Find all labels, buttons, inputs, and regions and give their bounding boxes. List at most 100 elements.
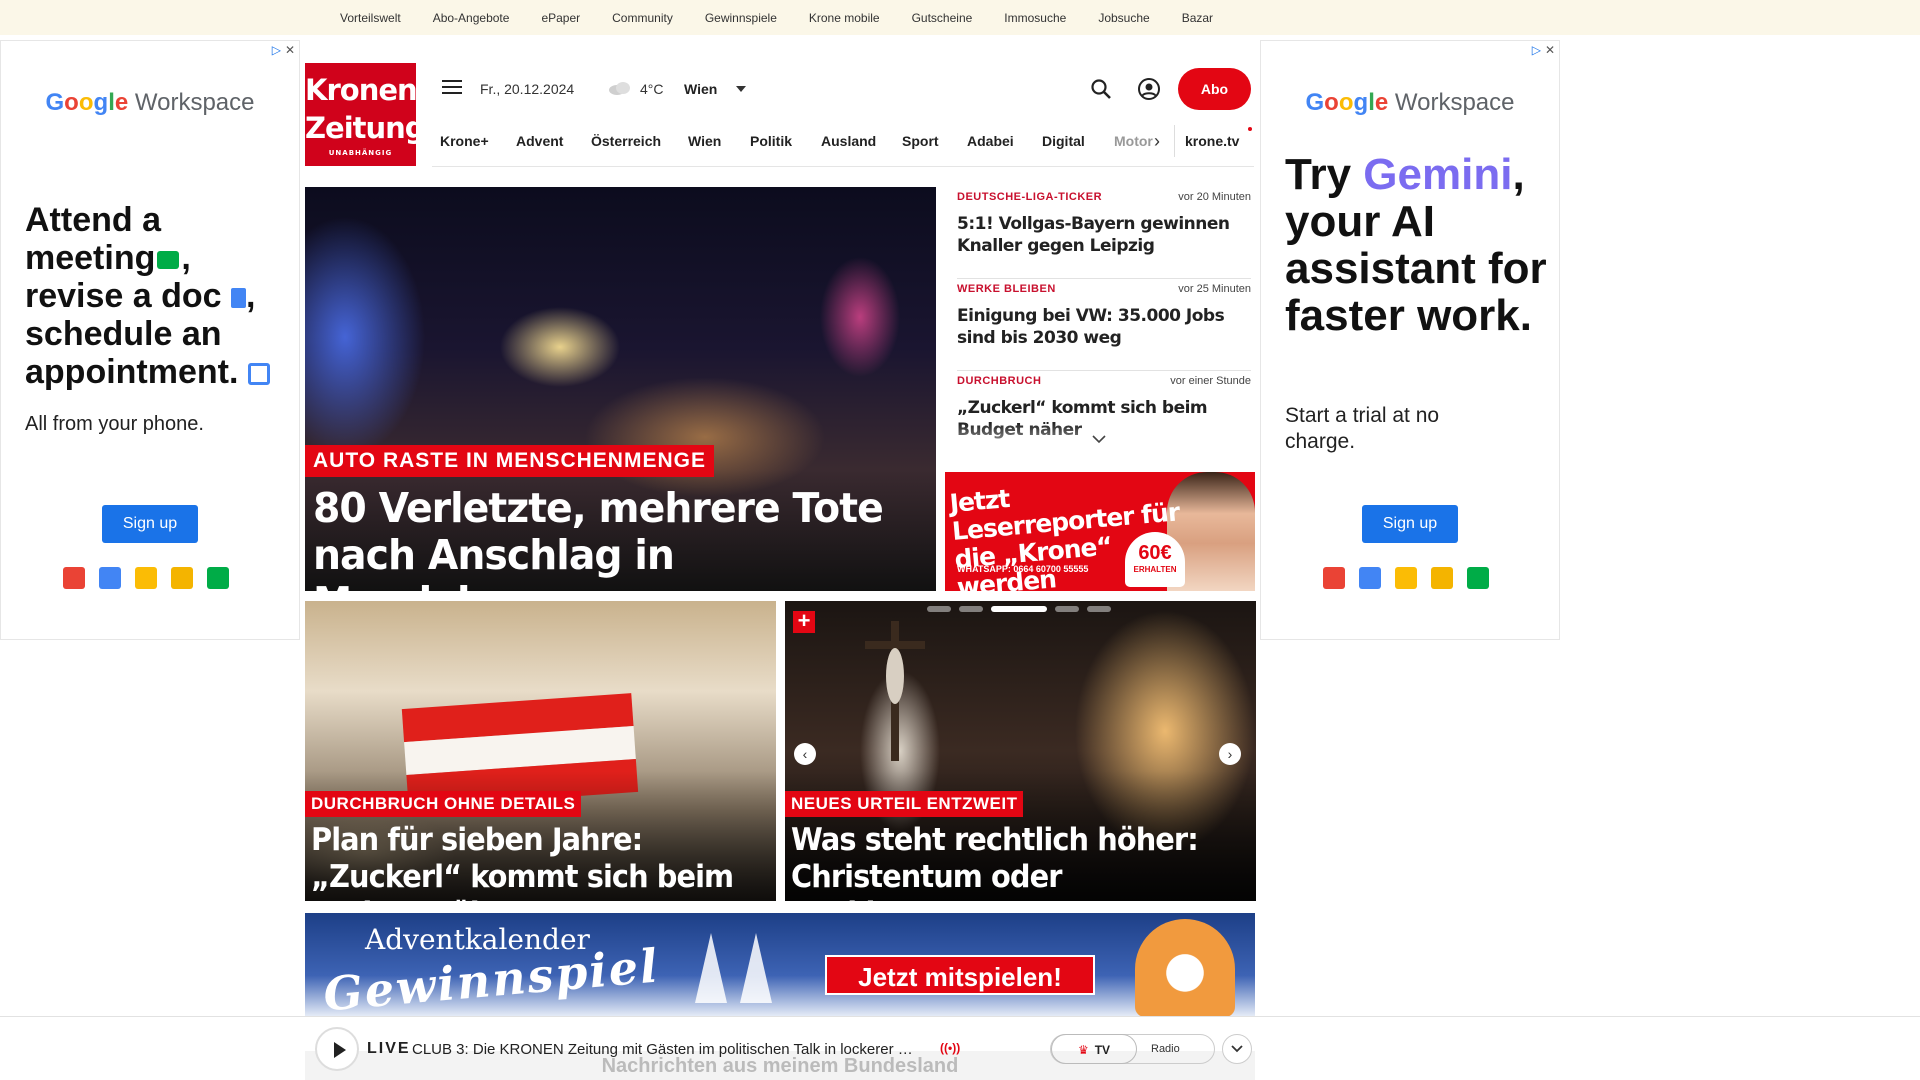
ticker-item[interactable]: DEUTSCHE-LIGA-TICKER vor 20 Minuten 5:1!… (957, 187, 1251, 279)
tv-radio-toggle[interactable]: ♛ TV Radio (1050, 1034, 1215, 1064)
google-workspace-logo: Google Workspace (45, 89, 255, 116)
tree-icon (695, 933, 727, 1003)
temperature: 4°C (640, 81, 664, 97)
service-link-gutscheine[interactable]: Gutscheine (912, 11, 973, 25)
meet-icon (157, 251, 180, 270)
hero-kicker: AUTO RASTE IN MENSCHENMENGE (305, 445, 714, 477)
advent-banner[interactable]: Adventkalender Gewinnspiel Jetzt mitspie… (305, 913, 1255, 1017)
fox-mascot (1135, 919, 1235, 1017)
gmail-icon (63, 567, 85, 589)
leserreporter-ad[interactable]: Jetzt Leserreporter für die „Krone“ werd… (945, 472, 1255, 591)
whatsapp-number: WHATSAPP: 0664 60700 55555 (957, 564, 1089, 574)
ticker-item[interactable]: WERKE BLEIBEN vor 25 Minuten Einigung be… (957, 279, 1251, 371)
carousel-next-icon[interactable]: › (1219, 743, 1241, 765)
close-icon[interactable]: ✕ (285, 43, 295, 57)
right-ad-banner[interactable]: ▷ ✕ Google Workspace Try Gemini, your AI … (1260, 40, 1560, 640)
nav-item-ausland[interactable]: Ausland (821, 133, 876, 149)
krone-logo[interactable]: Kronen Zeitung UNABHÄNGIG (305, 63, 426, 166)
drive-icon (1395, 567, 1417, 589)
service-link-vorteilswelt[interactable]: Vorteilswelt (340, 11, 401, 25)
ad-subline: Start a trial at no charge. (1285, 404, 1440, 453)
chevron-down-icon[interactable] (736, 86, 746, 92)
chevron-down-icon (1231, 1045, 1243, 1053)
user-account-icon[interactable] (1137, 77, 1161, 101)
nav-item-krone-tv[interactable]: krone.tv (1185, 133, 1239, 149)
tree-icon (740, 933, 772, 1003)
krone-plus-badge: + (793, 610, 815, 633)
left-ad-banner[interactable]: ▷ ✕ Google Workspace Attend a meeting, re… (0, 40, 300, 640)
close-icon[interactable]: ✕ (1545, 43, 1555, 57)
ad-choices-icon[interactable]: ▷ ✕ (272, 43, 295, 57)
teaser-kicker: NEUES URTEIL ENTZWEIT (785, 791, 1024, 817)
service-link-jobsuche[interactable]: Jobsuche (1098, 11, 1149, 25)
meet-icon (207, 567, 229, 589)
keep-icon (171, 567, 193, 589)
service-bar: Vorteilswelt Abo-Angebote ePaper Communi… (0, 0, 1920, 35)
nav-item-politik[interactable]: Politik (750, 133, 792, 149)
calendar-icon (99, 567, 121, 589)
teaser-headline[interactable]: Was steht rechtlich höher: Christentum o… (791, 822, 1223, 901)
ad-choices-icon[interactable]: ▷ ✕ (1532, 43, 1555, 57)
city-selector[interactable]: Wien (684, 81, 717, 97)
broadcast-icon: ((•)) (940, 1041, 961, 1055)
crucifix-image (865, 621, 925, 761)
play-now-button[interactable]: Jetzt mitspielen! (825, 955, 1095, 995)
hero-headline[interactable]: 80 Verletzte, mehrere Tote nach Anschlag… (313, 485, 908, 592)
google-workspace-logo: Google Workspace (1305, 89, 1515, 116)
gmail-icon (1323, 567, 1345, 589)
nav-item-krone-plus[interactable]: Krone+ (440, 133, 489, 149)
ad-headline: Attend a meeting, revise a doc , schedul… (25, 201, 285, 391)
drive-icon (135, 567, 157, 589)
teaser-headline[interactable]: Plan für sieben Jahre: „Zuckerl“ kommt s… (311, 822, 743, 901)
play-icon[interactable] (315, 1027, 359, 1071)
current-date: Fr., 20.12.2024 (480, 81, 575, 97)
chevron-down-icon[interactable] (1092, 432, 1106, 446)
expand-player-button[interactable] (1222, 1034, 1252, 1064)
abo-button[interactable]: Abo (1178, 68, 1251, 110)
live-indicator (1248, 127, 1252, 131)
service-link-krone-mobile[interactable]: Krone mobile (809, 11, 880, 25)
app-icons (63, 567, 229, 589)
service-link-community[interactable]: Community (612, 11, 673, 25)
carousel-prev-icon[interactable]: ‹ (794, 743, 816, 765)
carousel-dots[interactable] (927, 606, 1111, 612)
keep-icon (1431, 567, 1453, 589)
signup-button[interactable]: Sign up (102, 505, 198, 543)
docs-icon (231, 288, 247, 309)
nav-item-digital[interactable]: Digital (1042, 133, 1085, 149)
nav-divider (1174, 125, 1175, 157)
live-stream-title[interactable]: CLUB 3: Die KRONEN Zeitung mit Gästen im… (412, 1041, 932, 1058)
hero-article[interactable]: AUTO RASTE IN MENSCHENMENGE 80 Verletzte… (305, 187, 936, 591)
news-ticker: DEUTSCHE-LIGA-TICKER vor 20 Minuten 5:1!… (945, 187, 1255, 447)
service-link-gewinnspiele[interactable]: Gewinnspiele (705, 11, 777, 25)
tv-option[interactable]: ♛ TV (1051, 1034, 1137, 1064)
nav-item-wien[interactable]: Wien (688, 133, 721, 149)
cloud-icon (609, 82, 630, 95)
reward-badge: 60€ ERHALTEN (1125, 532, 1185, 587)
teaser-budget[interactable]: DURCHBRUCH OHNE DETAILS Plan für sieben … (305, 601, 776, 901)
radio-option[interactable]: Radio (1151, 1035, 1180, 1063)
service-link-bazar[interactable]: Bazar (1182, 11, 1213, 25)
main-navigation: Krone+ Advent Österreich Wien Politik Au… (432, 117, 1254, 167)
live-player-bar: Nachrichten aus meinem Bundesland LIVE C… (0, 1016, 1920, 1080)
nav-item-motor[interactable]: Motor (1114, 133, 1153, 149)
menu-icon[interactable] (442, 80, 462, 96)
calendar-icon (1359, 567, 1381, 589)
nav-item-adabei[interactable]: Adabei (967, 133, 1014, 149)
live-label: LIVE (367, 1040, 411, 1057)
nav-item-oesterreich[interactable]: Österreich (591, 133, 661, 149)
ad-subline: All from your phone. (25, 413, 204, 435)
ad-headline: Try Gemini, your AI assistant for faster… (1285, 150, 1547, 340)
nav-item-sport[interactable]: Sport (902, 133, 939, 149)
nav-item-advent[interactable]: Advent (516, 133, 563, 149)
signup-button[interactable]: Sign up (1362, 505, 1458, 543)
chevron-right-icon[interactable]: › (1154, 131, 1160, 152)
search-icon[interactable] (1090, 78, 1112, 100)
calendar-icon (247, 363, 270, 386)
service-link-abo-angebote[interactable]: Abo-Angebote (433, 11, 510, 25)
teaser-carousel[interactable]: + ‹ › NEUES URTEIL ENTZWEIT Was steht re… (785, 601, 1256, 901)
teaser-kicker: DURCHBRUCH OHNE DETAILS (305, 791, 582, 817)
crown-icon: ♛ (1077, 1043, 1089, 1057)
service-link-immosuche[interactable]: Immosuche (1004, 11, 1066, 25)
service-link-epaper[interactable]: ePaper (541, 11, 580, 25)
